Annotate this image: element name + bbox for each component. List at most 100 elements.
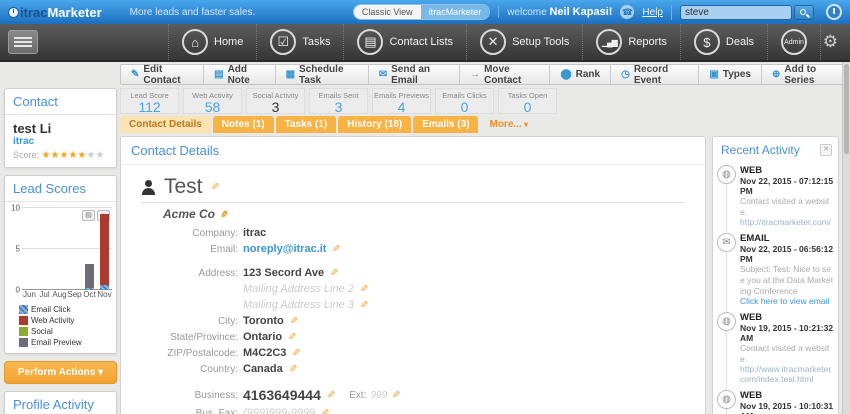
stat-lead-score[interactable]: Lead Score112 (120, 88, 179, 114)
edit-field-icon[interactable]: ✎ (332, 244, 340, 255)
nav-label-reports: Reports (628, 36, 667, 48)
activity-text: Contact visited a website. (740, 343, 834, 364)
add-to-series-label: Add to Series (784, 64, 839, 86)
edit-field-icon[interactable]: ✎ (327, 390, 335, 401)
edit-name-icon[interactable]: ✎ (211, 182, 219, 193)
field-email: Email:noreply@itrac.it✎ (143, 243, 691, 255)
edit-field-icon[interactable]: ✎ (321, 408, 329, 414)
app-logo: i itracMarketer (8, 5, 102, 20)
field-company: Company:itrac (143, 227, 691, 239)
itracmarketer-view-button[interactable]: itracMarketer (421, 5, 490, 19)
activity-type: WEB (740, 390, 834, 401)
help-link[interactable]: Help (642, 7, 663, 18)
detail-contact-name: Test (164, 175, 203, 199)
bar-email-preview[interactable] (85, 264, 94, 288)
rank-button[interactable]: ⬤Rank (550, 65, 611, 84)
nav-label-setup-tools: Setup Tools (512, 36, 569, 48)
contact-score: Score: ★★★★★★★ (13, 150, 108, 161)
edit-field-icon[interactable]: ✎ (290, 316, 298, 327)
x-tick: Aug (52, 290, 67, 299)
schedule-task-button[interactable]: ▦Schedule Task (276, 65, 369, 84)
tasks-icon: ☑ (270, 29, 296, 55)
stat-emails-sent[interactable]: Emails Sent3 (309, 88, 368, 114)
edit-field-icon[interactable]: ✎ (360, 284, 368, 295)
nav-item-tasks[interactable]: ☑Tasks (257, 24, 344, 60)
move-contact-button[interactable]: →Move Contact (460, 65, 550, 84)
star-icon: ★ (86, 150, 95, 161)
bar-email-click[interactable] (85, 288, 94, 290)
nav-label-contact-lists: Contact Lists (389, 36, 453, 48)
nav-item-reports[interactable]: ▁▄▆Reports (583, 24, 681, 60)
schedule-task-icon: ▦ (286, 69, 295, 80)
activity-text: Contact visited a website. (740, 196, 834, 217)
web-activity-swatch (19, 316, 28, 325)
contact-lists-icon: ▤ (357, 29, 383, 55)
tab-history-18[interactable]: History (18) (338, 116, 411, 133)
classic-view-button[interactable]: Classic View (354, 5, 421, 19)
contact-company[interactable]: itrac (13, 136, 108, 147)
detail-company-line: Acme Co (163, 207, 215, 221)
edit-field-icon[interactable]: ✎ (292, 348, 300, 359)
legend-social: Social (19, 327, 53, 336)
edit-field-icon[interactable]: ✎ (288, 332, 296, 343)
send-an-email-button[interactable]: ✉Send an Email (369, 65, 460, 84)
field-value[interactable]: noreply@itrac.it (243, 243, 326, 255)
edit-contact-button[interactable]: ✎Edit Contact (121, 65, 204, 84)
settings-gear-icon[interactable]: ⚙ (823, 32, 838, 52)
stats-row: Lead Score112Web Activity58Social Activi… (120, 88, 561, 114)
activity-link[interactable]: http://itracmarketer.com/ (740, 217, 834, 227)
logo-badge-icon: i (8, 7, 19, 18)
nav-item-setup-tools[interactable]: ✕Setup Tools (467, 24, 583, 60)
phone-icon[interactable]: ☎ (620, 5, 634, 19)
bar-email-click[interactable] (100, 285, 109, 290)
logout-power-button[interactable] (826, 4, 842, 20)
edit-contact-icon: ✎ (131, 69, 139, 80)
send-an-email-icon: ✉ (379, 69, 387, 80)
home-icon: ⌂ (182, 29, 208, 55)
search-input[interactable] (680, 5, 792, 20)
nav-item-deals[interactable]: $Deals (681, 24, 768, 60)
nav-item-home[interactable]: ⌂Home (168, 24, 257, 60)
activity-type: WEB (740, 165, 834, 176)
logo-text-marketer: Marketer (47, 5, 101, 20)
edit-field-icon[interactable]: ✎ (289, 364, 297, 375)
nav-item-contact-lists[interactable]: ▤ Contact Lists (344, 24, 467, 60)
score-stars: ★★★★★★★ (42, 150, 105, 160)
tab-notes-1[interactable]: Notes (1) (213, 116, 274, 133)
close-icon[interactable]: ✕ (820, 144, 832, 156)
stat-social-activity[interactable]: Social Activity3 (246, 88, 305, 114)
chart-plot (22, 208, 112, 290)
tab-more[interactable]: More... ▾ (480, 116, 536, 133)
activity-link[interactable]: http://www.itracmarketer.com/index.test.… (740, 364, 834, 384)
tab-emails-3[interactable]: Emails (3) (413, 116, 478, 133)
edit-company-icon[interactable]: ✎ (221, 210, 229, 221)
field-mailing-address-line-2: Mailing Address Line 2✎ (143, 283, 691, 295)
record-event-button[interactable]: ◷Record Event (611, 65, 699, 84)
view-email-link[interactable]: Click here to view email (740, 296, 834, 306)
x-tick: Oct (82, 290, 97, 299)
tab-contact-details[interactable]: Contact Details (120, 116, 211, 133)
page-scrollbar[interactable] (842, 62, 850, 414)
edit-field-icon[interactable]: ✎ (330, 268, 338, 279)
perform-actions-button[interactable]: Perform Actions ▾ (4, 361, 117, 384)
contact-toolbar: ✎Edit Contact▤Add Note▦Schedule Task✉Sen… (120, 64, 850, 85)
add-to-series-button[interactable]: ⊕Add to Series (762, 65, 849, 84)
search-button[interactable] (794, 5, 814, 20)
add-note-button[interactable]: ▤Add Note (204, 65, 275, 84)
field-value: Ontario (243, 331, 282, 343)
stat-web-activity[interactable]: Web Activity58 (183, 88, 242, 114)
email-icon: ✉ (717, 233, 736, 252)
edit-field-icon[interactable]: ✎ (360, 300, 368, 311)
tab-tasks-1[interactable]: Tasks (1) (276, 116, 337, 133)
types-button[interactable]: ▣Types (699, 65, 762, 84)
field-city: City:Toronto✎ (143, 315, 691, 327)
view-toggle: Classic View itracMarketer (353, 4, 490, 20)
bar-web-activity[interactable] (100, 214, 109, 285)
stat-tasks-open[interactable]: Tasks Open0 (498, 88, 557, 114)
legend-email-click: Email Click (19, 305, 71, 314)
edit-ext-icon[interactable]: ✎ (392, 390, 400, 401)
nav-item-admin[interactable]: Admin (768, 24, 821, 60)
stat-emails-previews[interactable]: Emails Previews4 (372, 88, 431, 114)
menu-hamburger-button[interactable] (8, 30, 38, 54)
stat-emails-clicks[interactable]: Emails Clicks0 (435, 88, 494, 114)
